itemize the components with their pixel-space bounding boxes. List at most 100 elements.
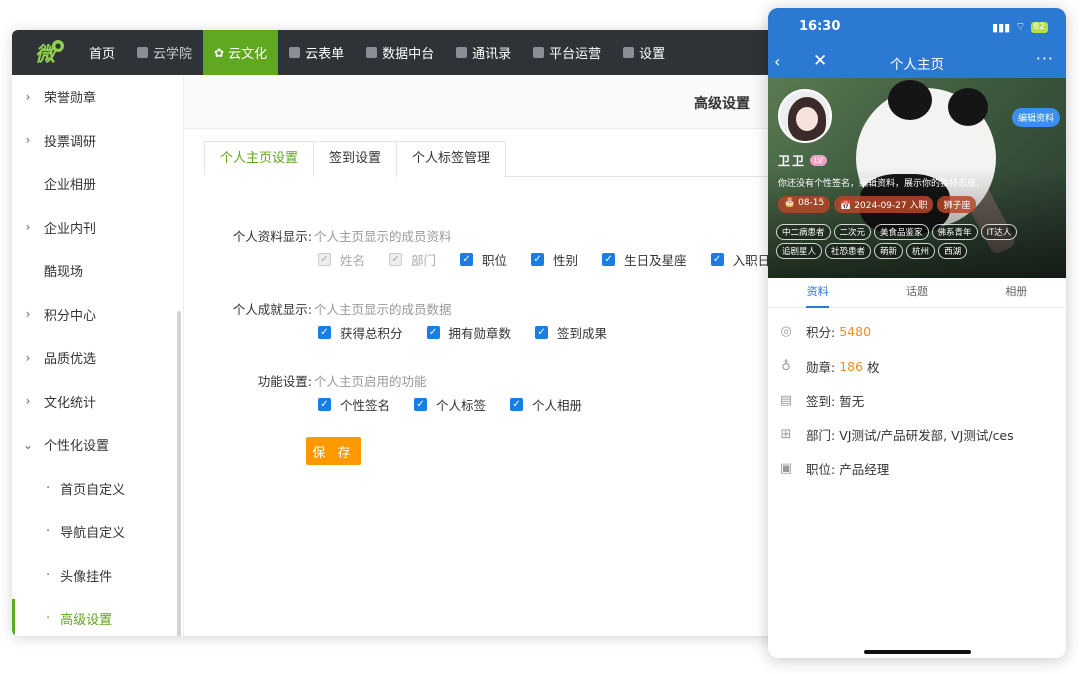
nav-data-center-label: 数据中台 xyxy=(382,47,435,62)
chevron-right-icon: › xyxy=(25,89,31,104)
checkbox-box: ✓ xyxy=(710,253,724,266)
tag-chip: 社恐患者 xyxy=(825,243,872,259)
tag-chip: 追剧星人 xyxy=(776,243,823,259)
checkbox-signature[interactable]: ✓ 个性签名 xyxy=(318,395,390,414)
checkbox-label: 拥有勋章数 xyxy=(448,326,512,341)
avatar[interactable] xyxy=(778,89,832,143)
sidebar-subitem-label: 头像挂件 xyxy=(60,569,113,585)
checkbox-name: ✓ 姓名 xyxy=(318,250,365,269)
info-value: 186 xyxy=(839,359,864,374)
status-time: 16:30 xyxy=(799,19,841,34)
nav-settings[interactable]: 设置 xyxy=(612,30,676,75)
tag-chip: 二次元 xyxy=(833,224,872,240)
tag-chip: 萌新 xyxy=(874,243,904,259)
panda-ear xyxy=(948,88,988,126)
achievement-display-label: 个人成就显示: xyxy=(232,302,312,317)
nav-operations[interactable]: 平台运营 xyxy=(522,30,612,75)
edit-profile-button[interactable]: 编辑资料 xyxy=(1011,108,1060,127)
info-value: 5480 xyxy=(839,324,872,339)
nav-settings-label: 设置 xyxy=(639,47,666,62)
bullet-icon: · xyxy=(46,524,51,540)
sidebar-item-label: 企业相册 xyxy=(44,178,97,194)
sidebar-scrollbar[interactable] xyxy=(177,311,181,636)
checkbox-personal-tags[interactable]: ✓ 个人标签 xyxy=(414,395,486,414)
status-icons: ▮▮▮ ⌔ 62 xyxy=(992,20,1048,34)
nav-contacts[interactable]: 通讯录 xyxy=(445,30,522,75)
sidebar-item-label: 企业内刊 xyxy=(44,221,97,237)
tab-album[interactable]: 相册 xyxy=(967,278,1066,307)
sidebar-item-personalization[interactable]: ⌄ 个性化设置 xyxy=(12,423,183,467)
nav-academy[interactable]: 云学院 xyxy=(126,30,203,75)
info-suffix: 枚 xyxy=(863,360,880,375)
tag-chip: 中二病患者 xyxy=(776,224,831,240)
checkbox-checkin-results[interactable]: ✓ 签到成果 xyxy=(535,323,607,342)
logo: 微 ● xyxy=(12,30,78,75)
sidebar-subitem-advanced-settings[interactable]: · 高级设置 xyxy=(12,597,183,636)
sidebar-item-journal[interactable]: › 企业内刊 xyxy=(12,206,183,250)
checkbox-department: ✓ 部门 xyxy=(389,250,436,269)
sidebar-subitem-nav-custom[interactable]: · 导航自定义 xyxy=(12,510,183,554)
nav-culture[interactable]: ✿ 云文化 xyxy=(203,30,279,75)
org-icon: ⊞ xyxy=(780,426,792,442)
checkbox-medal-count[interactable]: ✓ 拥有勋章数 xyxy=(426,323,512,342)
nav-forms[interactable]: 云表单 xyxy=(278,30,355,75)
profile-banner: 编辑资料 卫卫 LV 你还没有个性签名，编辑资料，展示你的独特态度。 🎂 08-… xyxy=(768,78,1066,278)
sidebar: › 荣誉勋章 › 投票调研 企业相册 › 企业内刊 酷现场 › 积分中心 › 品质优选 ›… xyxy=(12,75,184,636)
sidebar-subitem-home-custom[interactable]: · 首页自定义 xyxy=(12,467,183,511)
wifi-icon: ⌔ xyxy=(1015,20,1026,33)
chevron-down-icon: ⌄ xyxy=(22,437,34,452)
profile-display-label: 个人资料显示: xyxy=(232,229,312,244)
user-tags: 中二病患者 二次元 美食品鉴家 佛系青年 IT达人 追剧星人 社恐患者 萌新 杭… xyxy=(776,224,1062,259)
checkbox-label: 部门 xyxy=(411,253,437,268)
info-checkin: ▤ 签到: 暂无 xyxy=(778,391,864,410)
sidebar-item-statistics[interactable]: › 文化统计 xyxy=(12,380,183,424)
profile-display-row: 个人资料显示: 个人主页显示的成员资料 xyxy=(184,226,452,245)
checkbox-label: 获得总积分 xyxy=(340,326,403,341)
contact-icon xyxy=(456,47,468,58)
checkbox-gender[interactable]: ✓ 性别 xyxy=(531,250,578,269)
checkbox-label: 个性签名 xyxy=(340,398,391,413)
checkbox-box: ✓ xyxy=(602,253,616,266)
sidebar-item-points[interactable]: › 积分中心 xyxy=(12,293,183,337)
user-meta: 🎂 08-15 📅 2024-09-27 入职 狮子座 xyxy=(778,196,977,213)
checkbox-personal-album[interactable]: ✓ 个人相册 xyxy=(510,395,582,414)
bullet-icon: · xyxy=(46,611,51,627)
tag-chip: 美食品鉴家 xyxy=(874,224,929,240)
chevron-right-icon: › xyxy=(25,220,31,235)
sidebar-subitem-avatar-pendant[interactable]: · 头像挂件 xyxy=(12,554,183,598)
tag-chip: IT达人 xyxy=(980,224,1018,240)
info-label: 积分: xyxy=(806,325,836,340)
sidebar-subitem-label: 首页自定义 xyxy=(60,482,126,498)
grid-icon xyxy=(533,47,545,58)
sidebar-item-live[interactable]: 酷现场 xyxy=(12,249,183,293)
book-icon xyxy=(137,47,149,58)
checkbox-birthday-zodiac[interactable]: ✓ 生日及星座 xyxy=(602,250,687,269)
tab-profile-settings[interactable]: 个人主页设置 xyxy=(204,141,315,177)
sidebar-item-label: 个性化设置 xyxy=(44,439,110,455)
tab-topics[interactable]: 话题 xyxy=(867,278,966,307)
tab-checkin-settings[interactable]: 签到设置 xyxy=(313,141,398,177)
birthday-badge: 🎂 08-15 xyxy=(778,196,831,213)
tab-tag-management[interactable]: 个人标签管理 xyxy=(396,141,507,177)
nav-data-center[interactable]: 数据中台 xyxy=(355,30,445,75)
sidebar-item-quality[interactable]: › 品质优选 xyxy=(12,336,183,380)
chevron-right-icon: › xyxy=(25,133,31,148)
checkbox-total-points[interactable]: ✓ 获得总积分 xyxy=(318,323,403,342)
sidebar-item-voting[interactable]: › 投票调研 xyxy=(12,119,183,163)
phone-preview: 16:30 ▮▮▮ ⌔ 62 ‹ ✕ 个人主页 ··· 编辑资料 卫卫 LV 你… xyxy=(768,8,1066,658)
checkbox-position[interactable]: ✓ 职位 xyxy=(460,250,507,269)
tab-profile-info[interactable]: 资料 xyxy=(768,278,867,308)
sidebar-item-album[interactable]: 企业相册 xyxy=(12,162,183,206)
info-label: 签到: xyxy=(806,394,836,409)
sidebar-item-honor-medals[interactable]: › 荣誉勋章 xyxy=(12,75,183,119)
achievement-display-options: ✓ 获得总积分 ✓ 拥有勋章数 ✓ 签到成果 xyxy=(318,323,631,342)
nav-home[interactable]: 首页 xyxy=(78,30,126,75)
checkbox-box: ✓ xyxy=(318,326,331,339)
signal-icon: ▮▮▮ xyxy=(992,20,1011,34)
page-title: 高级设置 xyxy=(694,96,750,112)
hire-date-badge: 📅 2024-09-27 入职 xyxy=(834,196,934,213)
checkbox-label: 个人相册 xyxy=(532,398,583,413)
save-button[interactable]: 保 存 xyxy=(306,437,361,465)
more-icon[interactable]: ··· xyxy=(1036,49,1054,68)
phone-header: 16:30 ▮▮▮ ⌔ 62 ‹ ✕ 个人主页 ··· xyxy=(768,8,1066,78)
